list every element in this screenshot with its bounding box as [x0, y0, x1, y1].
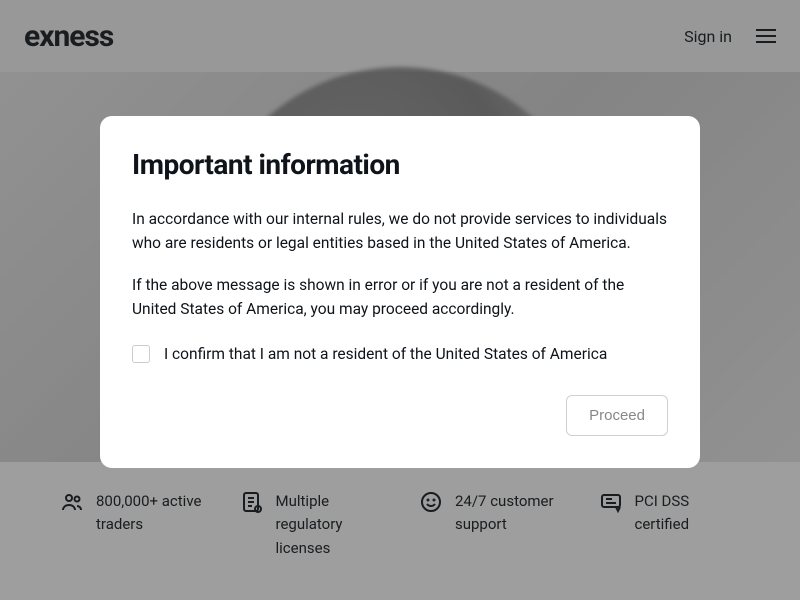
modal-paragraph-2: If the above message is shown in error o…: [132, 273, 668, 321]
confirm-checkbox[interactable]: [132, 345, 150, 363]
confirm-label: I confirm that I am not a resident of th…: [164, 345, 607, 363]
modal-paragraph-1: In accordance with our internal rules, w…: [132, 207, 668, 255]
important-info-modal: Important information In accordance with…: [100, 116, 700, 468]
modal-title: Important information: [132, 148, 668, 181]
proceed-button[interactable]: Proceed: [566, 395, 668, 436]
modal-footer: Proceed: [132, 395, 668, 436]
confirm-row: I confirm that I am not a resident of th…: [132, 345, 668, 363]
